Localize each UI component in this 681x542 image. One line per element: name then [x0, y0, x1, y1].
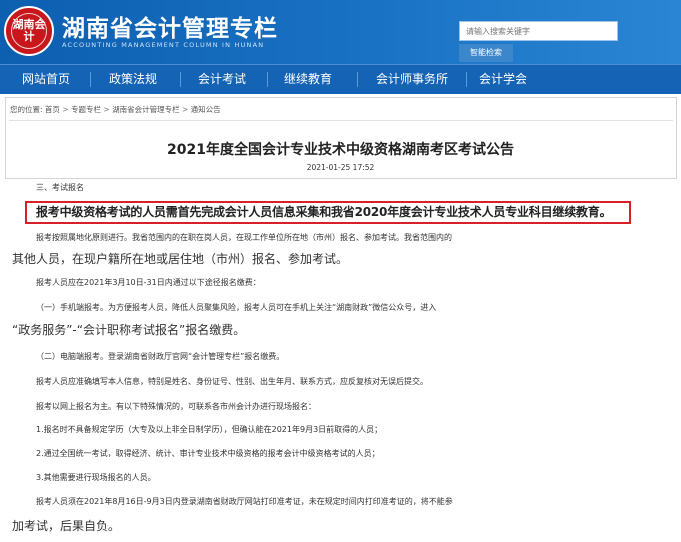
paragraph: 报考人员应在2021年3月10日-31日内通过以下途径报名缴费：: [36, 278, 261, 287]
nav-item-education[interactable]: 继续教育: [268, 65, 348, 94]
paragraph: 加考试，后果自负。: [12, 519, 121, 533]
paragraph: 其他人员，在现户籍所在地或居住地（市州）报名、参加考试。: [12, 252, 349, 266]
breadcrumb-prefix: 您的位置:: [10, 105, 43, 114]
nav-separator: [180, 72, 181, 87]
highlighted-requirement: 报考中级资格考试的人员需首先完成会计人员信息采集和我省2020年度会计专业技术人…: [36, 205, 612, 219]
site-title: 湖南省会计管理专栏: [62, 16, 278, 42]
logo-text: 湖南会计: [11, 13, 47, 49]
article-date: 2021-01-25 17:52: [306, 163, 375, 172]
breadcrumb-notices[interactable]: 通知公告: [191, 105, 221, 114]
nav-item-firms[interactable]: 会计师事务所: [362, 65, 462, 94]
breadcrumb-topics[interactable]: 专题专栏: [71, 105, 101, 114]
search-button[interactable]: 智能检索: [459, 44, 513, 62]
breadcrumb: 您的位置: 首页 > 专题专栏 > 湖南省会计管理专栏 > 通知公告: [10, 104, 221, 115]
site-header: 湖南会计 湖南省会计管理专栏 ACCOUNTING MANAGEMENT COL…: [0, 0, 681, 64]
breadcrumb-separator: >: [103, 105, 110, 114]
nav-item-society[interactable]: 会计学会: [468, 65, 538, 94]
article-title: 2021年度全国会计专业技术中级资格湖南考区考试公告: [167, 142, 514, 158]
paragraph: （二）电脑端报考。登录湖南省财政厅官网“会计管理专栏”报名缴费。: [36, 352, 285, 361]
paragraph: （一）手机端报考。为方便报考人员，降低人员聚集风险，报考人员可在手机上关注“湖南…: [36, 303, 437, 312]
paragraph: 报考按照属地化原则进行。我省范围内的在职在岗人员，在现工作单位所在地（市州）报名…: [36, 233, 452, 242]
paragraph: 1.报名时不具备规定学历（大专及以上非全日制学历），但确认能在2021年9月3日…: [36, 425, 383, 434]
paragraph: 报考以网上报名为主。有以下特殊情况的，可联系各市州会计办进行现场报名：: [36, 402, 316, 411]
breadcrumb-separator: >: [62, 105, 69, 114]
nav-separator: [90, 72, 91, 87]
breadcrumb-separator: >: [181, 105, 189, 114]
breadcrumb-home[interactable]: 首页: [45, 105, 60, 114]
paragraph: 2.通过全国统一考试，取得经济、统计、审计专业技术中级资格的报考会计中级资格考试…: [36, 449, 380, 458]
nav-item-home[interactable]: 网站首页: [6, 65, 86, 94]
nav-item-exam[interactable]: 会计考试: [182, 65, 262, 94]
search-input[interactable]: [459, 21, 618, 41]
site-subtitle: ACCOUNTING MANAGEMENT COLUMN IN HUNAN: [62, 41, 265, 49]
nav-item-policy[interactable]: 政策法规: [93, 65, 173, 94]
paragraph: 报考人员应准确填写本人信息，特别是姓名、身份证号、性别、出生年月、联系方式，应反…: [36, 377, 428, 386]
main-nav: 网站首页 政策法规 会计考试 继续教育 会计师事务所 会计学会: [0, 64, 681, 94]
section-heading: 三、考试报名: [36, 183, 84, 192]
breadcrumb-divider: [9, 120, 673, 121]
nav-separator: [466, 72, 467, 87]
paragraph: “政务服务”-“会计职称考试报名”报名缴费。: [12, 323, 246, 337]
paragraph: 报考人员须在2021年8月16日-9月3日内登录湖南省财政厅网站打印准考证，未在…: [36, 497, 453, 506]
breadcrumb-column[interactable]: 湖南省会计管理专栏: [112, 105, 180, 114]
paragraph: 3.其他需要进行现场报名的人员。: [36, 473, 156, 482]
site-logo[interactable]: 湖南会计: [4, 6, 54, 56]
nav-separator: [357, 72, 358, 87]
